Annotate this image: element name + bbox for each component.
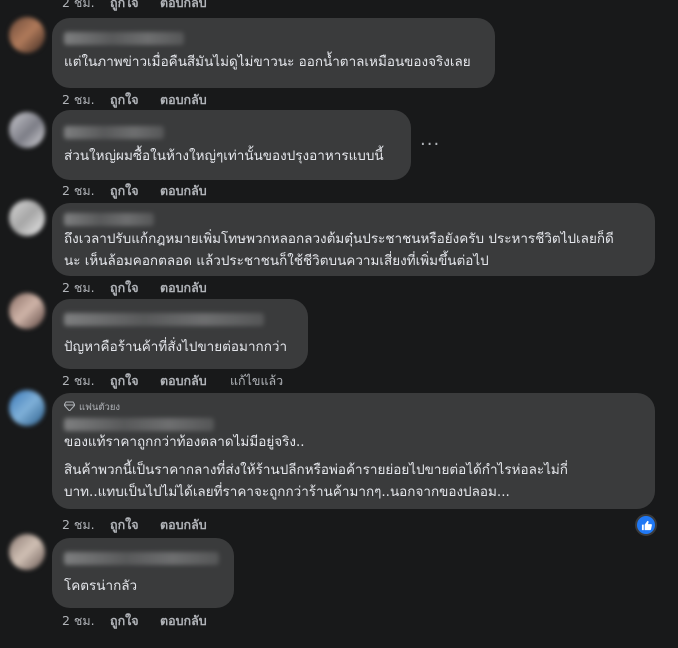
comment-time: 2 ชม. [62,613,95,628]
comment-text: ส่วนใหญ่ผมซื้อในห้างใหญ่ๆเท่านั้นของปรุง… [64,148,384,164]
like-link[interactable]: ถูกใจ [110,181,160,198]
commenter-name[interactable] [64,32,184,45]
comment-time: 2 ชม. [62,517,95,532]
commenter-name[interactable] [64,313,264,326]
commenter-name[interactable] [64,418,214,431]
comment-bubble: ปัญหาคือร้านค้าที่สั่งไปขายต่อมากกว่า [52,299,308,369]
comment-time: 2 ชม. [62,280,95,295]
like-link[interactable]: ถูกใจ [110,371,160,388]
comment-bubble: แฟนตัวยง ของแท้ราคาถูกกว่าท้องตลาดไม่มีอ… [52,393,655,509]
like-link[interactable]: ถูกใจ [110,278,160,295]
commenter-name[interactable] [64,126,164,139]
reply-link[interactable]: ตอบกลับ [160,515,230,532]
avatar[interactable] [9,200,45,236]
diamond-icon [63,401,76,414]
comment-time: 2 ชม. [62,183,95,198]
reply-link[interactable]: ตอบกลับ [160,0,230,10]
avatar[interactable] [9,293,45,329]
reply-link[interactable]: ตอบกลับ [160,90,230,107]
comment-actions: 2 ชม. ถูกใจ ตอบกลับ แก้ไขแล้ว [62,371,300,388]
comment-bubble: แต่ในภาพข่าวเมื่อคืนสีมันไม่ดูไม่ขาวนะ อ… [52,18,495,88]
commenter-name[interactable] [64,213,154,226]
reply-link[interactable]: ตอบกลับ [160,181,230,198]
comment-text: ของแท้ราคาถูกกว่าท้องตลาดไม่มีอยู่จริง.. [64,434,305,450]
edited-label: แก้ไขแล้ว [230,373,284,388]
comment-text: สินค้าพวกนี้เป็นราคากลางที่ส่งให้ร้านปลี… [64,462,568,500]
like-reaction-icon[interactable] [635,514,657,536]
comment-bubble: โคตรน่ากลัว [52,538,234,608]
reply-link[interactable]: ตอบกลับ [160,371,230,388]
fan-badge-label: แฟนตัวยง [79,402,121,413]
avatar[interactable] [9,112,45,148]
comment-text: แต่ในภาพข่าวเมื่อคืนสีมันไม่ดูไม่ขาวนะ อ… [64,54,471,70]
like-link[interactable]: ถูกใจ [110,0,160,10]
comment-text: ปัญหาคือร้านค้าที่สั่งไปขายต่อมากกว่า [64,339,288,355]
avatar[interactable] [9,534,45,570]
like-link[interactable]: ถูกใจ [110,90,160,107]
comment-actions: 2 ชม. ถูกใจ ตอบกลับ [62,90,230,107]
like-link[interactable]: ถูกใจ [110,611,160,628]
comment-actions: 2 ชม. ถูกใจ ตอบกลับ [62,515,230,532]
fan-badge: แฟนตัวยง [63,400,643,415]
like-link[interactable]: ถูกใจ [110,515,160,532]
avatar[interactable] [9,17,45,53]
more-options-icon[interactable]: ··· [420,136,440,154]
comment-bubble: ส่วนใหญ่ผมซื้อในห้างใหญ่ๆเท่านั้นของปรุง… [52,110,411,180]
reply-link[interactable]: ตอบกลับ [160,278,230,295]
comment-time: 2 ชม. [62,0,95,10]
comment-actions: 2 ชม. ถูกใจ ตอบกลับ [62,181,230,198]
comment-actions-top: 2 ชม. ถูกใจ ตอบกลับ [62,0,230,10]
reply-link[interactable]: ตอบกลับ [160,611,230,628]
avatar[interactable] [9,390,45,426]
comment-bubble: ถึงเวลาปรับแก้กฎหมายเพิ่มโทษพวกหลอกลวงต้… [52,203,655,276]
comment-text: ถึงเวลาปรับแก้กฎหมายเพิ่มโทษพวกหลอกลวงต้… [64,231,614,269]
comment-text: โคตรน่ากลัว [64,578,138,594]
commenter-name[interactable] [64,552,219,565]
comment-time: 2 ชม. [62,92,95,107]
comment-actions: 2 ชม. ถูกใจ ตอบกลับ [62,278,230,295]
comment-actions: 2 ชม. ถูกใจ ตอบกลับ [62,611,230,628]
comment-time: 2 ชม. [62,373,95,388]
